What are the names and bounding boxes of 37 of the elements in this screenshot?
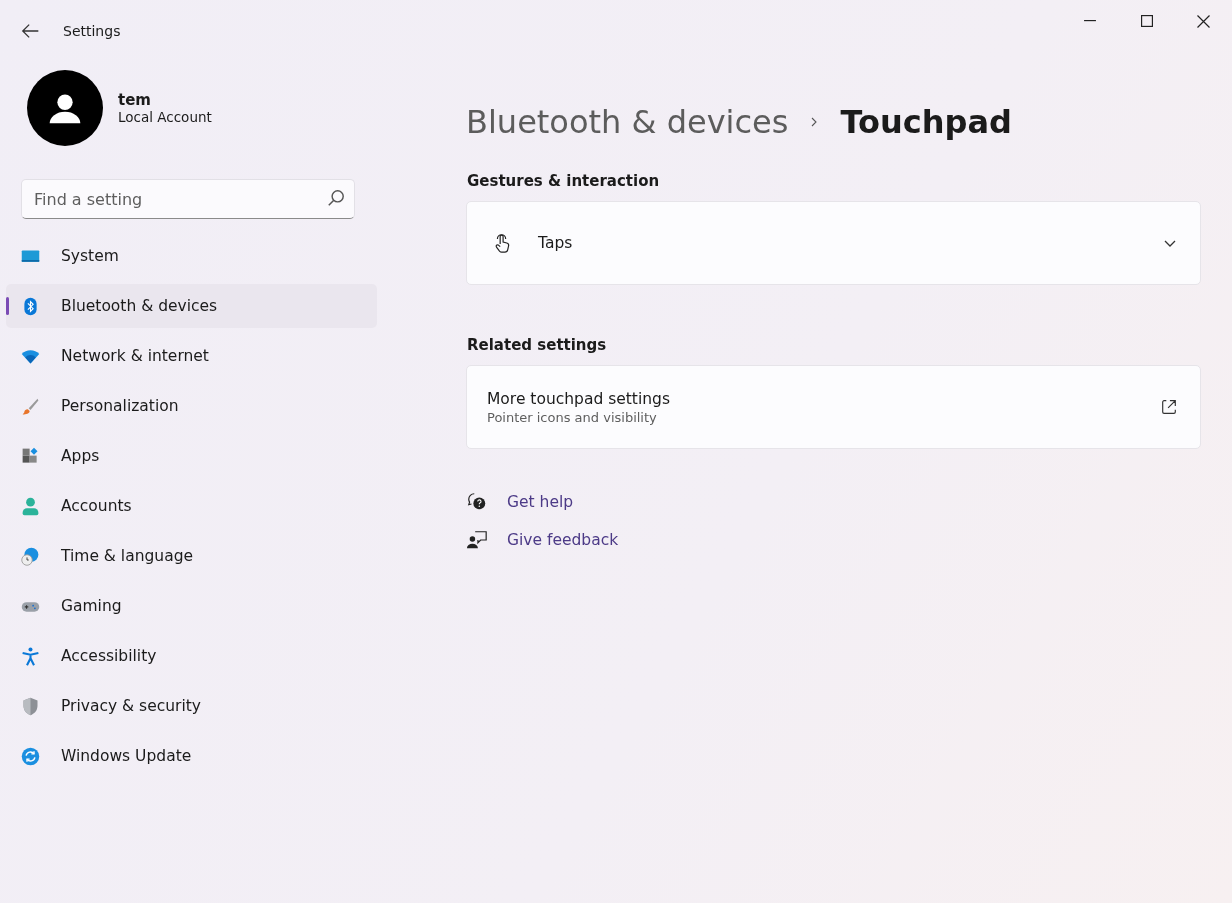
expander-card[interactable]: Taps (466, 201, 1201, 285)
sidebar-item[interactable]: System (6, 234, 377, 278)
external-link-icon (1160, 398, 1178, 416)
search-icon (328, 190, 344, 206)
sidebar-item[interactable]: Privacy & security (6, 684, 377, 728)
close-icon (1197, 14, 1210, 28)
account-name: tem (118, 91, 152, 109)
person-icon (20, 495, 41, 517)
sidebar-item[interactable]: Accessibility (6, 634, 377, 678)
link-card[interactable]: More touchpad settings Pointer icons and visibility (466, 365, 1201, 449)
sidebar-item[interactable]: Personalization (6, 384, 377, 428)
selection-indicator (6, 297, 9, 315)
help-link[interactable]: Get help (507, 493, 574, 511)
card-subtitle: Pointer icons and visibility (487, 409, 658, 425)
accessibility-icon (20, 645, 41, 667)
sidebar-item[interactable]: Bluetooth & devices (6, 284, 377, 328)
section-heading: Gestures & interaction (467, 172, 661, 192)
sidebar-item[interactable]: Time & language (6, 534, 377, 578)
globe-clock-icon (20, 545, 41, 567)
section-heading: Related settings (467, 336, 608, 356)
account-type: Local Account (118, 109, 212, 125)
maximize-icon (1140, 15, 1153, 27)
person-feedback-icon (466, 529, 488, 551)
search-field[interactable]: Find a setting (21, 179, 355, 219)
sidebar-item[interactable]: Apps (6, 434, 377, 478)
card-title: Taps (538, 234, 574, 252)
sync-icon (20, 745, 41, 767)
sidebar-item[interactable]: Network & internet (6, 334, 377, 378)
sidebar-item[interactable]: Accounts (6, 484, 377, 528)
page-title: Touchpad (840, 103, 1012, 141)
minimize-icon (1083, 20, 1096, 22)
breadcrumb-link[interactable]: Bluetooth & devices (466, 103, 789, 141)
sidebar-item[interactable]: Gaming (6, 584, 377, 628)
help-link[interactable]: Give feedback (507, 531, 619, 549)
card-title: More touchpad settings (487, 389, 671, 408)
sidebar-item[interactable]: Windows Update (6, 734, 377, 778)
window-title: Settings (63, 23, 121, 39)
